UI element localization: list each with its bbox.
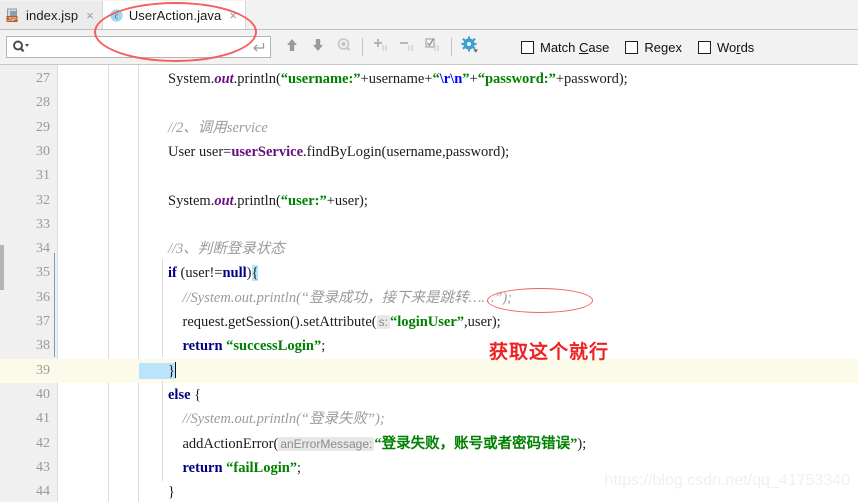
code-line-text[interactable]: } [139,359,177,383]
regex-label: Regex [644,39,682,55]
code-line-row[interactable]: 32 System.out.println(“user:”+user); [0,189,858,213]
line-number: 34 [36,241,50,257]
line-number: 29 [36,119,50,135]
magnifier-select-all-icon [336,37,352,58]
code-line-text[interactable]: request.getSession().setAttribute(s: “log… [139,310,501,334]
code-block-marker [54,253,55,357]
toolbar-divider-2 [451,38,452,56]
add-selection-button[interactable] [370,36,392,58]
checkbox-box[interactable] [521,40,534,54]
match-case-label: Match Case [540,39,610,55]
line-number: 27 [36,71,50,86]
code-line-text[interactable]: //3、判断登录状态 [139,237,285,261]
editor-tab-bar: JSP index.jsp × c UserAction.java × [0,0,858,30]
close-icon[interactable]: × [229,9,237,22]
code-line-row[interactable]: 35 if (user!=null){ [0,261,858,285]
toolbar-divider [362,38,363,56]
code-line-row[interactable]: 41 //System.out.println(“登录失败”); [0,407,858,431]
regex-checkbox[interactable]: Regex [625,40,682,55]
code-line-text[interactable]: if (user!=null){ [139,261,259,285]
minus-lines-icon [398,37,416,58]
select-all-occurrences-button[interactable] [333,36,355,58]
line-number: 28 [36,95,50,111]
code-line-row[interactable]: 33 [0,213,858,237]
words-label: Words [716,39,755,55]
search-field-container[interactable] [6,36,271,58]
code-editor[interactable]: 27 System.out.println(“username:”+userna… [0,65,858,502]
line-number: 38 [36,338,50,354]
gear-icon [461,35,479,59]
line-number: 40 [36,386,50,402]
code-line-text[interactable]: return “failLogin”; [139,456,302,480]
line-number: 42 [36,435,50,451]
tab-label: UserAction.java [128,7,222,23]
line-number: 44 [36,484,50,500]
search-input[interactable] [30,37,251,57]
code-line-text[interactable]: //2、调用service [139,116,268,140]
arrow-up-icon [284,37,300,58]
watermark-text: https://blog.csdn.net/qq_41753340 [604,472,850,489]
find-settings-button[interactable] [459,35,481,59]
checkbox-box[interactable] [697,40,711,54]
line-number: 43 [36,459,50,475]
code-line-row[interactable]: 39 } [0,358,858,383]
find-previous-button[interactable] [281,36,303,58]
line-number: 41 [36,411,50,427]
match-case-checkbox[interactable]: Match Case [521,40,609,55]
select-all-button[interactable] [422,36,444,58]
tab-useraction-java[interactable]: c UserAction.java × [102,1,246,29]
code-line-row[interactable]: 38 return “successLogin”; [0,334,858,358]
java-class-icon: c [109,8,124,23]
code-line-row[interactable]: 40 else { [0,383,858,407]
code-line-text[interactable]: User user=userService.findByLogin(userna… [139,140,509,164]
words-checkbox[interactable]: Words [697,39,755,55]
indent-guide [162,259,163,357]
close-icon[interactable]: × [86,9,94,22]
code-line-row[interactable]: 37 request.getSession().setAttribute(s: “… [0,310,858,334]
line-number: 31 [36,168,50,184]
arrow-down-icon [310,37,326,58]
code-line-row[interactable]: 34 //3、判断登录状态 [0,237,858,261]
code-line-row[interactable]: 28 [0,91,858,115]
tab-index-jsp[interactable]: JSP index.jsp × [0,1,103,29]
code-line-row[interactable]: 27 System.out.println(“username:”+userna… [0,67,858,91]
remove-selection-button[interactable] [396,36,418,58]
checkbox-box[interactable] [625,40,639,54]
svg-text:c: c [115,11,119,20]
code-line-text[interactable]: addActionError(anErrorMessage: “登录失败，账号或者… [139,432,587,456]
plus-lines-icon [372,37,390,58]
code-line-row[interactable]: 29 //2、调用service [0,116,858,140]
code-line-text[interactable]: else { [139,383,201,407]
code-line-row[interactable]: 30 User user=userService.findByLogin(use… [0,140,858,164]
code-line-text[interactable]: System.out.println(“user:”+user); [139,189,368,213]
code-line-text[interactable]: //System.out.println(“登录成功，接下来是跳转……”); [139,286,512,310]
find-toolbar: Match Case Regex Words [0,30,858,65]
enter-return-icon [251,41,270,53]
jsp-file-icon: JSP [6,8,21,23]
ide-window: JSP index.jsp × c UserAction.java × Matc… [0,0,858,502]
line-number: 35 [36,265,50,281]
indent-guide [162,381,163,481]
code-line-text[interactable]: System.out.println(“username:”+username+… [139,67,628,91]
line-number: 33 [36,216,50,232]
code-line-text[interactable]: return “successLogin”; [139,334,326,358]
code-line-row[interactable]: 31 [0,164,858,188]
find-next-button[interactable] [307,36,329,58]
checkbox-lines-icon [424,37,442,58]
svg-text:JSP: JSP [7,16,17,22]
line-number: 36 [36,289,50,305]
annotation-note: 获取这个就行 [489,341,610,363]
line-number: 39 [36,362,50,378]
search-icon[interactable] [7,40,30,54]
code-line-text[interactable]: } [139,480,175,502]
code-line-row[interactable]: 36 //System.out.println(“登录成功，接下来是跳转……”)… [0,286,858,310]
code-line-row[interactable]: 42 addActionError(anErrorMessage: “登录失败，账… [0,432,858,456]
find-nav-buttons [279,35,483,59]
line-number: 32 [36,192,50,208]
code-line-text[interactable]: //System.out.println(“登录失败”); [139,407,385,431]
line-number: 30 [36,143,50,159]
tab-label: index.jsp [26,7,79,23]
line-number: 37 [36,314,50,329]
